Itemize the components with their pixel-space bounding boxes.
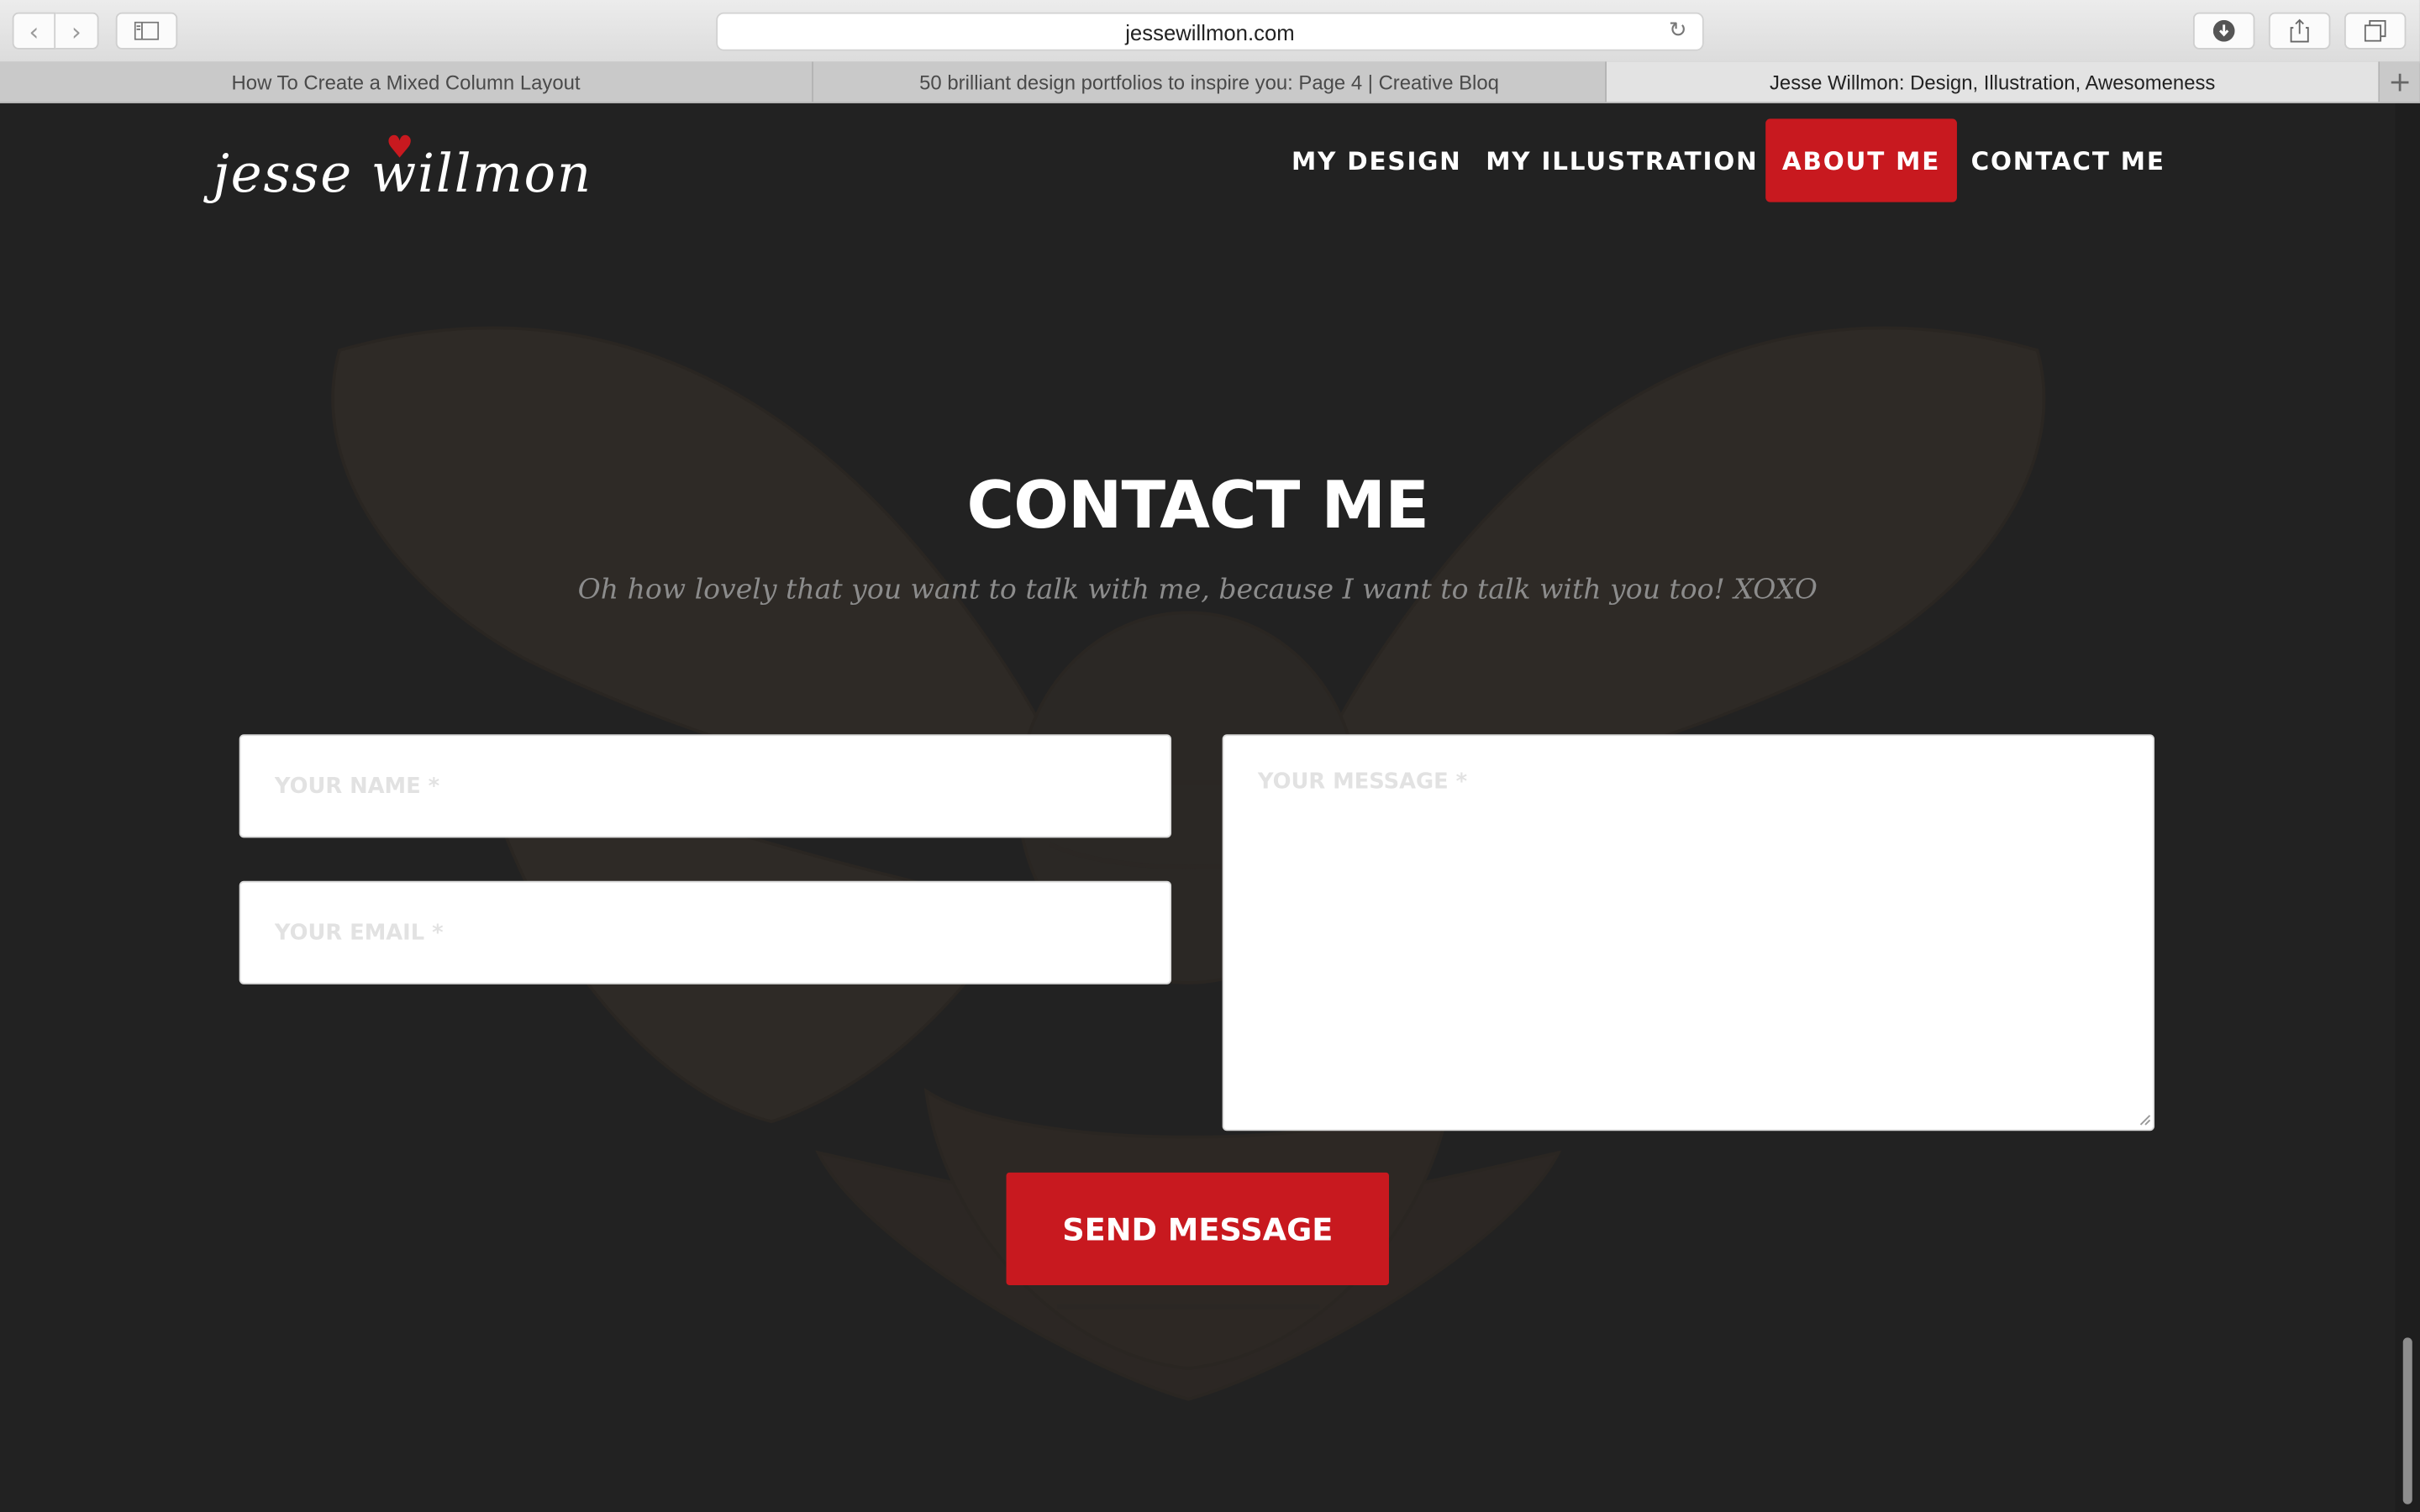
tab-title: How To Create a Mixed Column Layout — [231, 70, 581, 94]
download-icon[interactable] — [2192, 12, 2255, 50]
heart-icon: ♥ — [386, 128, 414, 165]
site-logo[interactable]: jesse willmon ♥ — [213, 128, 591, 218]
chevron-right-icon[interactable]: › — [55, 12, 99, 50]
nav-contact-me[interactable]: CONTACT ME — [1970, 118, 2167, 202]
reload-icon[interactable]: ↻ — [1669, 18, 1687, 43]
nav-my-illustration[interactable]: MY ILLUSTRATION — [1486, 118, 1757, 202]
send-message-button[interactable]: SEND MESSAGE — [1006, 1172, 1390, 1285]
nav-my-design[interactable]: MY DESIGN — [1290, 118, 1463, 202]
page-scrollbar[interactable] — [2395, 103, 2420, 1512]
share-icon[interactable] — [2268, 12, 2331, 50]
tabs-icon[interactable] — [2344, 12, 2407, 50]
nav-about-me[interactable]: ABOUT ME — [1765, 118, 1957, 202]
sidebar-icon[interactable] — [115, 12, 178, 50]
scrollbar-thumb[interactable] — [2402, 1337, 2412, 1504]
plus-icon[interactable]: + — [2380, 61, 2420, 102]
name-field[interactable] — [239, 734, 1172, 838]
tab-title: 50 brilliant design portfolios to inspir… — [919, 70, 1499, 94]
tab-jesse-willmon[interactable]: Jesse Willmon: Design, Illustration, Awe… — [1607, 61, 2381, 102]
address-bar[interactable]: jessewillmon.com ↻ — [716, 12, 1704, 51]
page-title: CONTACT ME — [966, 467, 1429, 543]
tab-creative-bloq[interactable]: 50 brilliant design portfolios to inspir… — [813, 61, 1607, 102]
browser-toolbar: ‹ › jessewillmon.com ↻ — [0, 0, 2420, 64]
chevron-left-icon[interactable]: ‹ — [12, 12, 56, 50]
page-subtitle: Oh how lovely that you want to talk with… — [577, 574, 1818, 606]
tab-mixed-column[interactable]: How To Create a Mixed Column Layout — [0, 61, 813, 102]
tab-title: Jesse Willmon: Design, Illustration, Awe… — [1769, 70, 2216, 94]
resize-grip-icon[interactable] — [2138, 1112, 2152, 1126]
tab-bar: How To Create a Mixed Column Layout 50 b… — [0, 61, 2420, 104]
url-text: jessewillmon.com — [1125, 18, 1295, 45]
email-field[interactable] — [239, 880, 1172, 984]
message-field[interactable] — [1222, 734, 2155, 1131]
web-page: jesse willmon ♥ MY DESIGN MY ILLUSTRATIO… — [0, 103, 2396, 1512]
screen: ‹ › jessewillmon.com ↻ How To Create a M… — [0, 0, 2420, 1512]
